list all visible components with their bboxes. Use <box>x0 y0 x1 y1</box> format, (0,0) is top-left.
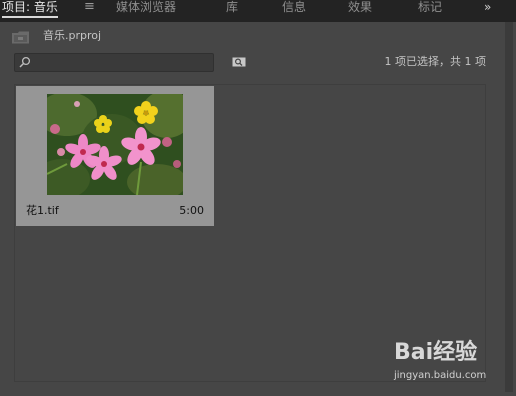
tab-overflow-icon[interactable]: » <box>484 0 491 14</box>
panel-menu-icon[interactable]: ≡ <box>84 0 95 14</box>
clip-item[interactable]: 花1.tif 5:00 <box>16 86 214 226</box>
clip-thumbnail <box>47 94 183 195</box>
search-field[interactable] <box>14 53 214 72</box>
clip-duration: 5:00 <box>179 204 204 217</box>
project-name: 音乐.prproj <box>43 29 102 42</box>
tab-project-label: 项目: 音乐 <box>2 0 58 14</box>
tab-project[interactable]: 项目: 音乐 <box>2 0 58 18</box>
tab-markers-label: 标记 <box>418 0 443 14</box>
search-icon <box>19 56 31 68</box>
tab-markers[interactable]: 标记 <box>418 0 442 18</box>
watermark-url: jingyan.baidu.com <box>394 370 487 381</box>
panel-tab-bar: 项目: 音乐 ≡ 媒体浏览器 库 信息 效果 标记 » <box>0 0 516 22</box>
project-folder-icon <box>12 31 29 44</box>
watermark: Bai经验 jingyan.baidu.com <box>394 340 514 396</box>
tab-effects-label: 效果 <box>348 0 373 14</box>
search-input[interactable] <box>33 54 209 70</box>
tab-media-browser-label: 媒体浏览器 <box>116 0 177 14</box>
clip-grid: 花1.tif 5:00 <box>14 84 486 382</box>
selection-status: 1 项已选择，共 1 项 <box>384 55 487 68</box>
clip-name: 花1.tif <box>26 204 59 217</box>
tab-media-browser[interactable]: 媒体浏览器 <box>116 0 176 18</box>
tab-info[interactable]: 信息 <box>282 0 306 18</box>
tab-info-label: 信息 <box>282 0 307 14</box>
flower-image <box>47 94 183 195</box>
tab-effects[interactable]: 效果 <box>348 0 372 18</box>
watermark-logo: Bai经验 <box>394 340 478 365</box>
vertical-scrollbar[interactable] <box>505 22 513 392</box>
project-panel: 项目: 音乐 ≡ 媒体浏览器 库 信息 效果 标记 » 音乐.prproj 1 … <box>0 0 516 396</box>
tab-libraries[interactable]: 库 <box>226 0 238 18</box>
tab-libraries-label: 库 <box>226 0 239 14</box>
new-bin-icon[interactable] <box>232 57 246 67</box>
active-tab-underline <box>2 16 58 18</box>
